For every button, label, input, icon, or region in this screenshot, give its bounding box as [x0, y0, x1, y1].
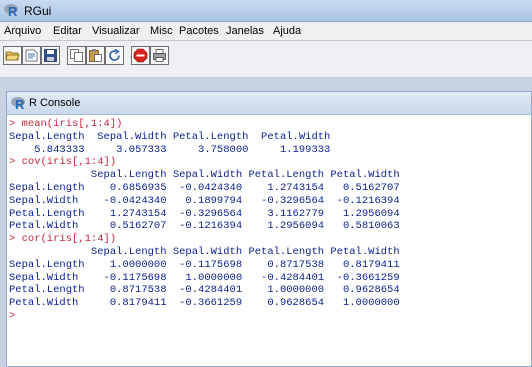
title-bar: R RGui [0, 0, 532, 22]
load-workspace-button[interactable] [22, 46, 41, 65]
open-script-button[interactable] [3, 46, 22, 65]
menu-bar: Arquivo Editar Visualizar Misc Pacotes J… [0, 22, 532, 41]
menu-janelas[interactable]: Janelas [226, 25, 264, 37]
console-line: > cov(iris[,1:4]) [9, 156, 117, 169]
stop-button[interactable] [131, 46, 150, 65]
load-workspace-icon [25, 49, 38, 62]
console-line: Sepal.Length 1.0000000 -0.1175698 0.8717… [9, 258, 400, 271]
copy-icon [70, 49, 83, 62]
console-line: Petal.Width 0.8179411 -0.3661259 0.96286… [9, 297, 400, 310]
console-line: Sepal.Length 0.6856935 -0.0424340 1.2743… [9, 181, 400, 194]
r-logo-icon: R [11, 97, 25, 110]
console-line: Petal.Width 0.5162707 -0.1216394 1.29560… [9, 220, 400, 233]
menu-ajuda[interactable]: Ajuda [273, 25, 301, 37]
menu-visualizar[interactable]: Visualizar [92, 25, 140, 37]
console-line: Sepal.Width -0.0424340 0.1899794 -0.3296… [9, 194, 400, 207]
paste-icon [89, 49, 102, 62]
menu-misc[interactable]: Misc [150, 25, 173, 37]
console-line: > cor(iris[,1:4]) [9, 233, 117, 246]
stop-icon [133, 48, 148, 63]
paste-button[interactable] [86, 46, 105, 65]
open-folder-icon [5, 51, 20, 61]
r-console-window[interactable]: R R Console > mean(iris[,1:4]) Sepal.Len… [6, 91, 532, 367]
console-line: Sepal.Length Sepal.Width Petal.Length Pe… [9, 245, 400, 258]
save-button[interactable] [41, 46, 60, 65]
svg-text:R: R [15, 97, 25, 110]
console-title: R Console [29, 97, 81, 109]
console-prompt[interactable]: > [9, 310, 531, 323]
console-line: > mean(iris[,1:4]) [9, 118, 123, 130]
mdi-client-area: R R Console > mean(iris[,1:4]) Sepal.Len… [0, 78, 532, 367]
print-button[interactable] [150, 46, 169, 65]
console-line: 5.843333 3.057333 3.758000 1.199333 [9, 143, 331, 156]
console-output[interactable]: > mean(iris[,1:4]) Sepal.Length Sepal.Wi… [7, 115, 531, 365]
menu-arquivo[interactable]: Arquivo [4, 25, 41, 37]
console-line: Sepal.Length Sepal.Width Petal.Length Pe… [9, 130, 331, 143]
console-title-bar[interactable]: R R Console [7, 92, 531, 115]
toolbar [0, 41, 532, 78]
console-line: Petal.Length 1.2743154 -0.3296564 3.1162… [9, 207, 400, 220]
r-logo-icon: R [4, 4, 18, 17]
menu-pacotes[interactable]: Pacotes [179, 25, 219, 37]
console-line: Petal.Length 0.8717538 -0.4284401 1.0000… [9, 284, 400, 297]
console-line: Sepal.Length Sepal.Width Petal.Length Pe… [9, 169, 400, 182]
window-title: RGui [24, 4, 52, 18]
save-disk-icon [44, 49, 57, 62]
printer-icon [153, 49, 166, 62]
copy-button[interactable] [67, 46, 86, 65]
refresh-button[interactable] [105, 46, 124, 65]
refresh-icon [109, 48, 120, 61]
svg-text:R: R [8, 4, 18, 17]
console-line: Sepal.Width -0.1175698 1.0000000 -0.4284… [9, 271, 400, 284]
menu-editar[interactable]: Editar [53, 25, 82, 37]
